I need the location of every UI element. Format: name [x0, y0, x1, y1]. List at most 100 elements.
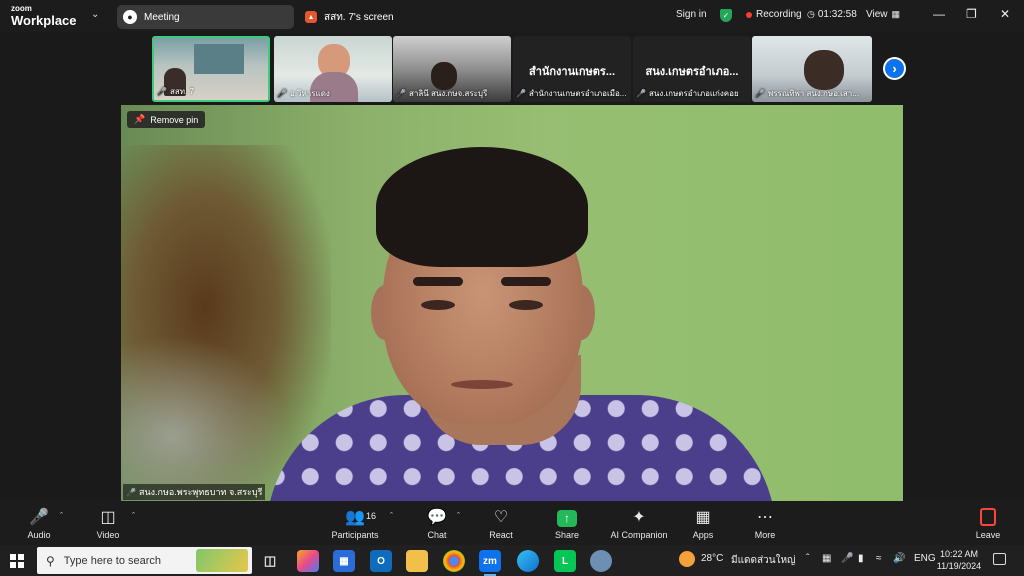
main-video-name-label: สนง.กษอ.พระพุทธบาท จ.สระบุรี — [138, 487, 263, 497]
tab-meeting-label: Meeting — [144, 11, 180, 23]
encryption-shield-icon[interactable]: ✓ — [720, 9, 732, 22]
sign-in-button[interactable]: Sign in — [676, 9, 707, 20]
video-tile[interactable]: สนง.เกษตรอำเภอ... 🎤 สนง.เกษตรอำเภอแก่งคอย — [633, 36, 751, 102]
view-label: View — [866, 9, 888, 20]
restore-button[interactable]: ❐ — [966, 7, 977, 21]
participants-options-caret[interactable]: ˆ — [390, 511, 393, 521]
share-button[interactable]: ↑ Share — [532, 508, 602, 540]
speaker-mouth — [451, 380, 513, 389]
grid-view-icon: ▦ — [891, 9, 901, 19]
sparkle-icon: ✦ — [632, 509, 646, 526]
volume-icon[interactable]: 🔊 — [893, 553, 905, 564]
edge-icon[interactable] — [517, 550, 539, 572]
outlook-icon[interactable]: O — [370, 550, 392, 572]
speaker-hair — [376, 147, 588, 267]
chat-options-caret[interactable]: ˆ — [457, 511, 460, 521]
mic-muted-icon: 🎤 — [277, 89, 287, 98]
more-button[interactable]: ⋯ More — [730, 508, 800, 540]
video-tile[interactable]: 🎤 อ.วิหารแดง — [274, 36, 392, 102]
participants-label: Participants — [331, 530, 379, 540]
recording-indicator[interactable]: Recording — [746, 9, 802, 20]
notification-icon[interactable] — [993, 553, 1006, 565]
heart-icon: ♡ — [493, 509, 509, 526]
taskbar-clock[interactable]: 10:22 AM 11/19/2024 — [933, 548, 985, 572]
audio-options-caret[interactable]: ˆ — [60, 511, 63, 521]
task-view-icon[interactable]: ◫ — [259, 550, 281, 572]
weather-text[interactable]: มีแดดส่วนใหญ่ — [731, 553, 796, 568]
gallery-next-button[interactable]: › — [883, 57, 906, 80]
remove-pin-label: Remove pin — [150, 114, 199, 125]
chat-button[interactable]: 💬 Chat — [402, 508, 472, 540]
meeting-stage: 🎤 สสท. 7 🎤 อ.วิหารแดง 🎤 สาลินี สนง.กษจ.สระบ… — [0, 33, 1024, 501]
zoom-app-icon[interactable]: zm — [479, 550, 501, 576]
video-tile[interactable]: สำนักงานเกษตร... 🎤 สำนักงานเกษตรอำเภอเมือ… — [513, 36, 631, 102]
ai-companion-button[interactable]: ✦ AI Companion — [599, 508, 679, 540]
remove-pin-button[interactable]: 📌 Remove pin — [127, 111, 206, 128]
search-placeholder: Type here to search — [63, 554, 162, 567]
main-video[interactable]: 📌 Remove pin 🎤 สนง.กษอ.พระพุทธบาท จ.สระบ… — [121, 105, 903, 501]
chevron-down-icon[interactable]: ⌄ — [91, 9, 99, 20]
tile-name: 🎤 สสท. 7 — [157, 87, 194, 96]
logo-big: Workplace — [11, 13, 77, 28]
view-button[interactable]: View ▦ — [866, 9, 900, 20]
tile-person — [431, 62, 457, 90]
minimize-button[interactable]: — — [933, 7, 945, 21]
audio-button[interactable]: 🎤 Audio — [4, 508, 74, 540]
mic-muted-icon: 🎤 — [126, 487, 136, 497]
tab-screen-label: สสท. 7's screen — [324, 11, 394, 23]
mic-icon[interactable]: 🎤 — [841, 553, 853, 564]
search-icon: ⚲ — [46, 553, 55, 568]
blurred-background-object — [121, 335, 291, 501]
close-button[interactable]: ✕ — [1000, 7, 1010, 21]
video-tile[interactable]: 🎤 สาลินี สนง.กษจ.สระบุรี — [393, 36, 511, 102]
leave-icon — [953, 508, 1023, 528]
windows-start-button[interactable] — [10, 554, 24, 568]
weather-temp[interactable]: 28°C — [701, 553, 723, 564]
tab-meeting[interactable]: ● Meeting — [117, 5, 294, 29]
clock-date: 11/19/2024 — [936, 561, 982, 571]
line-icon[interactable]: L — [554, 550, 576, 572]
speaker-eye — [421, 300, 455, 310]
participants-button[interactable]: 👥 Participants — [320, 508, 390, 540]
logo-small: zoom — [11, 4, 32, 13]
tab-shared-screen[interactable]: ▲ สสท. 7's screen — [299, 5, 419, 29]
pin-icon: 📌 — [134, 114, 146, 124]
weather-icon[interactable] — [679, 551, 695, 567]
video-tile[interactable]: 🎤 พรรณทิพา สนง.กษอ.เสา... — [752, 36, 872, 102]
chrome-icon[interactable] — [443, 550, 465, 572]
speaker-brow — [413, 277, 463, 286]
windows-taskbar: ⚲ Type here to search ◫ ▦ O zm L 28°C มี… — [0, 545, 1024, 576]
share-screen-icon: ▲ — [305, 11, 317, 23]
participants-icon: 👥 — [345, 509, 365, 526]
tile-scene — [194, 44, 244, 74]
tile-name: 🎤 พรรณทิพา สนง.กษอ.เสา... — [755, 89, 859, 98]
network-icon[interactable]: ▦ — [822, 553, 831, 564]
video-tile[interactable]: 🎤 สสท. 7 — [152, 36, 270, 102]
leave-button[interactable]: Leave — [953, 508, 1023, 540]
clock-icon: ◷ — [807, 9, 815, 19]
tile-name: 🎤 สนง.เกษตรอำเภอแก่งคอย — [636, 89, 739, 98]
speaker-eye — [509, 300, 543, 310]
mic-muted-icon: 🎤 — [396, 89, 406, 98]
store-icon[interactable]: ▦ — [333, 550, 355, 572]
copilot-icon[interactable] — [297, 550, 319, 572]
taskbar-search-box[interactable]: ⚲ Type here to search — [37, 547, 252, 574]
wifi-icon[interactable]: ≈ — [876, 553, 882, 564]
participant-count: 16 — [366, 511, 377, 521]
chevron-right-icon: › — [892, 61, 897, 76]
apps-button[interactable]: ▦ Apps — [668, 508, 738, 540]
video-options-caret[interactable]: ˆ — [132, 511, 135, 521]
chevron-up-icon[interactable]: ˆ — [806, 553, 809, 564]
file-explorer-icon[interactable] — [406, 550, 428, 572]
app-icon[interactable] — [590, 550, 612, 572]
ai-label: AI Companion — [610, 530, 668, 540]
chat-label: Chat — [427, 530, 447, 540]
share-screen-icon: ↑ — [532, 508, 602, 528]
tile-person — [804, 50, 844, 90]
speaker-brow — [501, 277, 551, 286]
react-button[interactable]: ♡ React — [466, 508, 536, 540]
mic-muted-icon: 🎤 — [636, 89, 646, 98]
search-highlight-image — [196, 549, 248, 572]
paw-icon: ● — [123, 10, 137, 24]
battery-icon[interactable]: ▮ — [858, 553, 864, 564]
